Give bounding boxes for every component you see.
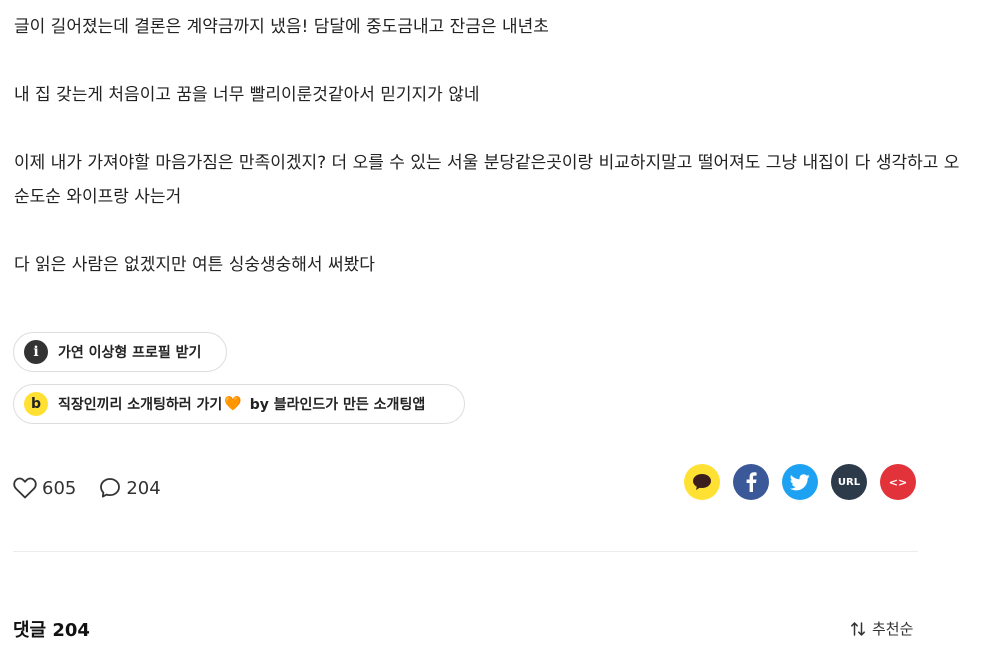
info-icon: i — [24, 340, 48, 364]
comments-title: 댓글 204 — [13, 620, 90, 641]
heart-icon — [13, 477, 37, 499]
like-button[interactable]: 605 — [12, 476, 76, 500]
embed-code-button[interactable]: <> — [880, 464, 916, 500]
post-paragraph: 내 집 갖는게 처음이고 꿈을 너무 빨리이룬것같아서 믿기지가 않네 — [14, 85, 480, 105]
profile-chip-label: 가연 이상형 프로필 받기 — [58, 345, 202, 361]
blind-chip-suffix: by 블라인드가 만든 소개팅앱 — [249, 397, 426, 413]
share-buttons: URL <> — [684, 464, 916, 500]
embed-code-icon: <> — [888, 475, 908, 489]
sort-button[interactable]: 추천순 — [850, 618, 913, 639]
profile-chip-button[interactable]: i 가연 이상형 프로필 받기 — [13, 332, 227, 372]
facebook-icon — [746, 472, 757, 492]
blind-chip-label: 직장인끼리 소개팅하러 가기 — [58, 397, 223, 413]
post-stats: 605 204 — [12, 476, 183, 500]
speech-bubble-icon — [100, 478, 121, 498]
blind-dating-chip-button[interactable]: b 직장인끼리 소개팅하러 가기 🧡 by 블라인드가 만든 소개팅앱 — [13, 384, 465, 424]
section-divider — [13, 551, 918, 552]
twitter-share-button[interactable] — [782, 464, 818, 500]
sort-label: 추천순 — [872, 620, 914, 638]
post-paragraph: 다 읽은 사람은 없겠지만 여튼 싱숭생숭해서 써봤다 — [14, 255, 375, 275]
comment-count: 204 — [126, 477, 161, 499]
twitter-bird-icon — [790, 473, 810, 490]
comment-count-button[interactable]: 204 — [98, 476, 161, 500]
kakao-talk-icon — [693, 474, 711, 490]
copy-url-button[interactable]: URL — [831, 464, 867, 500]
kakao-share-button[interactable] — [684, 464, 720, 500]
facebook-share-button[interactable] — [733, 464, 769, 500]
post-body: 글이 길어졌는데 결론은 계약금까지 냈음! 담달에 중도금내고 잔금은 내년초… — [14, 10, 974, 316]
sort-arrows-icon — [851, 621, 865, 636]
like-count: 605 — [42, 477, 77, 499]
post-paragraph: 이제 내가 가져야할 마음가짐은 만족이겠지? 더 오를 수 있는 서울 분당같… — [14, 153, 960, 207]
orange-heart-icon: 🧡 — [224, 396, 242, 412]
post-paragraph: 글이 길어졌는데 결론은 계약금까지 냈음! 담달에 중도금내고 잔금은 내년초 — [14, 17, 549, 37]
url-label: URL — [837, 476, 861, 488]
blind-b-icon: b — [24, 392, 48, 416]
post-page: 글이 길어졌는데 결론은 계약금까지 냈음! 담달에 중도금내고 잔금은 내년초… — [0, 0, 1000, 646]
